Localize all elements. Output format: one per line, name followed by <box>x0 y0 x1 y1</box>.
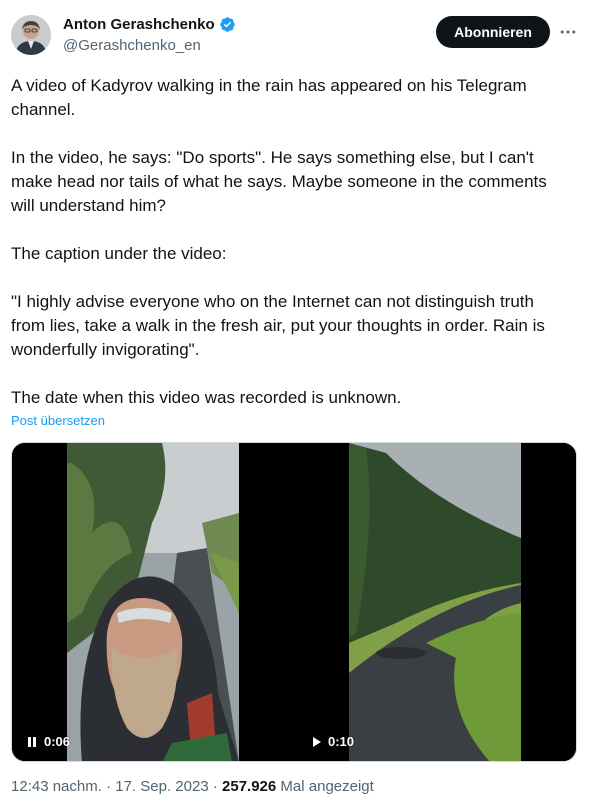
avatar[interactable] <box>11 15 51 55</box>
post-paragraph: The date when this video was recorded is… <box>11 388 402 407</box>
post-paragraph: In the video, he says: "Do sports". He s… <box>11 148 547 215</box>
post-text: A video of Kadyrov walking in the rain h… <box>11 74 571 410</box>
more-horizontal-icon[interactable] <box>556 20 580 44</box>
post-paragraph: A video of Kadyrov walking in the rain h… <box>11 76 527 119</box>
post-paragraph: The caption under the video: <box>11 244 227 263</box>
post-time[interactable]: 12:43 nachm. <box>11 778 102 795</box>
author-handle[interactable]: @Gerashchenko_en <box>63 37 201 54</box>
view-count-label: Mal angezeigt <box>280 778 374 795</box>
video-player-1[interactable]: 0:06 <box>12 443 294 761</box>
subscribe-button[interactable]: Abonnieren <box>436 16 550 48</box>
video-duration: 0:06 <box>44 734 71 749</box>
video-player-2[interactable]: 0:10 <box>296 443 576 761</box>
post-paragraph: "I highly advise everyone who on the Int… <box>11 292 545 359</box>
verified-badge-icon[interactable] <box>219 16 236 33</box>
translate-post-link[interactable]: Post übersetzen <box>11 413 105 428</box>
meta-separator: · <box>106 778 112 795</box>
author-display-name[interactable]: Anton Gerashchenko <box>63 16 215 33</box>
view-count: 257.926 <box>222 778 277 795</box>
pause-icon[interactable] <box>26 736 38 748</box>
meta-separator: · <box>212 778 218 795</box>
post-meta: 12:43 nachm. · 17. Sep. 2023 · 257.926 M… <box>11 778 374 795</box>
video-duration: 0:10 <box>328 734 355 749</box>
media-grid: 0:06 0:10 <box>11 442 577 762</box>
post-date[interactable]: 17. Sep. 2023 <box>115 778 208 795</box>
post-header: Anton Gerashchenko @Gerashchenko_en Abon… <box>0 0 608 70</box>
play-icon[interactable] <box>310 736 322 748</box>
